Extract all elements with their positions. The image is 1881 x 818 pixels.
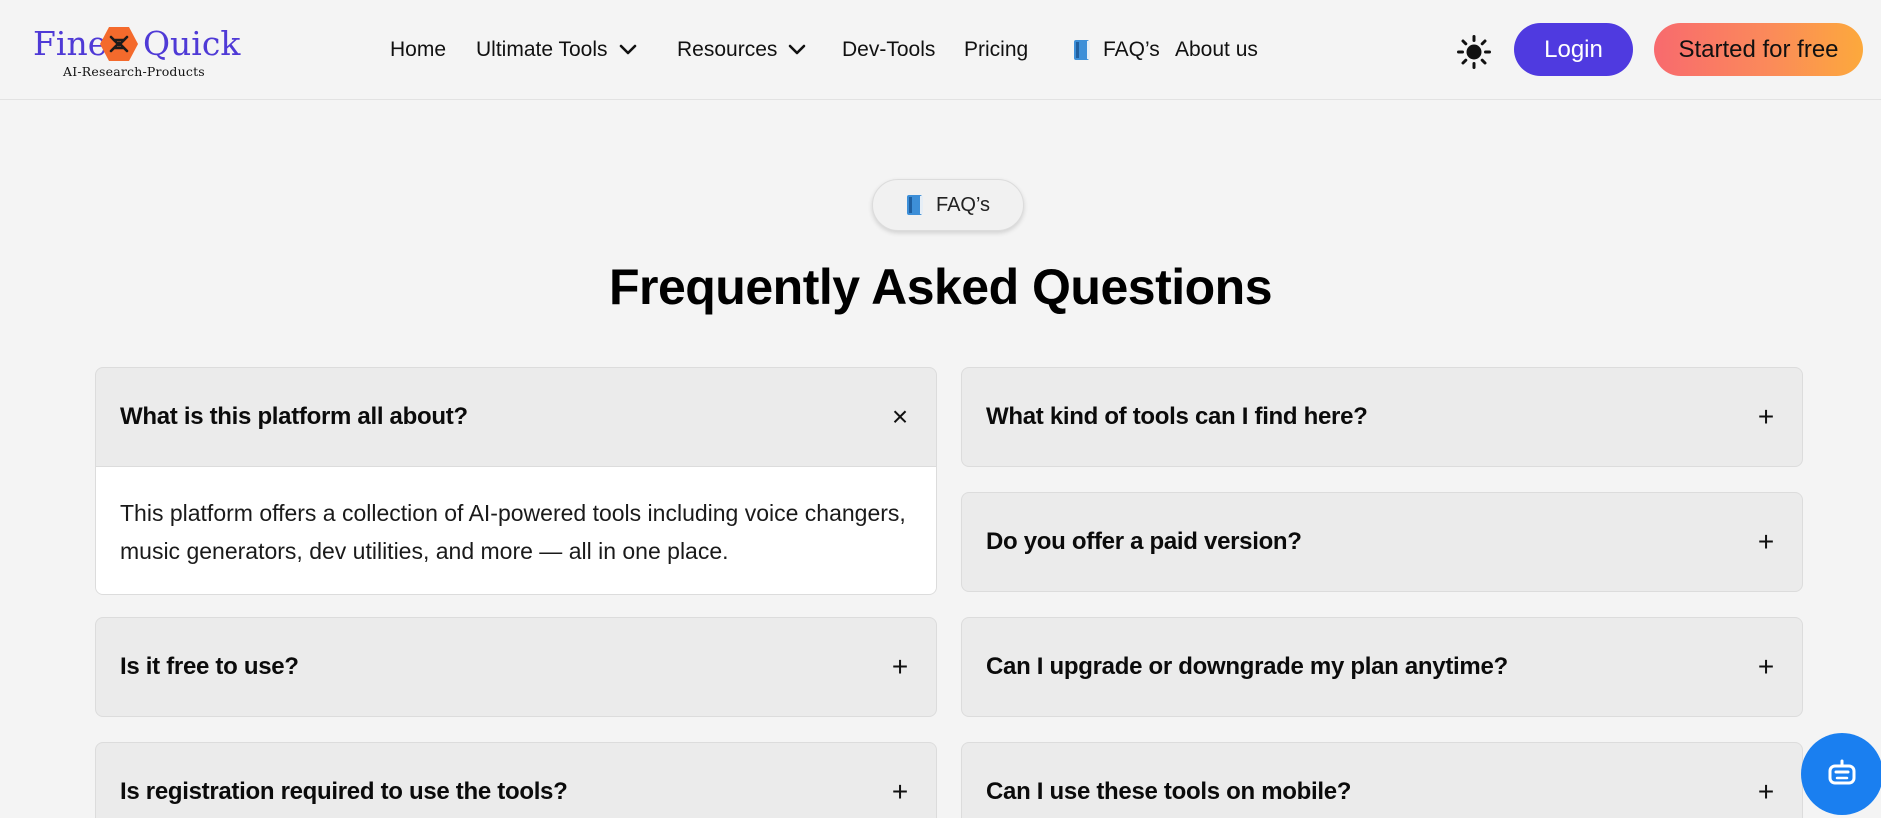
brand-tagline: AI-Research-Products bbox=[63, 64, 205, 79]
robot-chat-icon bbox=[1828, 759, 1856, 785]
faq-question: Is it free to use? bbox=[120, 653, 299, 680]
theme-toggle-button[interactable] bbox=[1456, 34, 1492, 70]
section-title: Frequently Asked Questions bbox=[608, 259, 1273, 315]
faq-item: Is registration required to use the tool… bbox=[95, 742, 937, 818]
faq-item: Can I use these tools on mobile? + bbox=[961, 742, 1803, 818]
brand-name-first: Fine bbox=[33, 24, 108, 63]
plus-icon[interactable]: + bbox=[1754, 778, 1778, 806]
blue-book-icon bbox=[1074, 40, 1090, 60]
faq-section-badge-label: FAQ’s bbox=[935, 193, 991, 216]
plus-icon[interactable]: + bbox=[888, 778, 912, 806]
faq-question: What kind of tools can I find here? bbox=[986, 403, 1368, 430]
faq-item: Is it free to use? + bbox=[95, 617, 937, 717]
faq-item: Do you offer a paid version? + bbox=[961, 492, 1803, 592]
login-button[interactable]: Login bbox=[1514, 23, 1633, 76]
faq-question-row[interactable]: Is registration required to use the tool… bbox=[96, 743, 936, 818]
plus-icon[interactable]: + bbox=[1754, 403, 1778, 431]
sun-icon bbox=[1457, 35, 1491, 69]
nav-faqs-label: FAQ’s bbox=[1103, 38, 1160, 61]
chat-widget-button[interactable] bbox=[1801, 733, 1881, 815]
faq-item: Can I upgrade or downgrade my plan anyti… bbox=[961, 617, 1803, 717]
get-started-button[interactable]: Started for free bbox=[1654, 23, 1863, 76]
chevron-down-icon bbox=[789, 44, 806, 55]
nav-ultimate-tools-label: Ultimate Tools bbox=[476, 38, 608, 61]
nav-dev-tools-label: Dev-Tools bbox=[842, 38, 936, 61]
nav-about-label: About us bbox=[1175, 38, 1258, 61]
faq-question-row[interactable]: What kind of tools can I find here? + bbox=[962, 368, 1802, 466]
faq-answer: This platform offers a collection of AI-… bbox=[96, 466, 936, 594]
faq-question-row[interactable]: What is this platform all about? × bbox=[96, 368, 936, 466]
nav-ultimate-tools[interactable]: Ultimate Tools bbox=[476, 36, 638, 64]
brand-mark-icon bbox=[100, 27, 138, 61]
chevron-down-icon bbox=[619, 44, 636, 55]
faq-question: Is registration required to use the tool… bbox=[120, 778, 568, 805]
blue-book-icon bbox=[906, 195, 923, 215]
faq-item: What is this platform all about? × This … bbox=[95, 367, 937, 595]
nav-resources[interactable]: Resources bbox=[677, 36, 807, 64]
close-icon[interactable]: × bbox=[888, 403, 912, 431]
nav-home-label: Home bbox=[390, 38, 447, 61]
plus-icon[interactable]: + bbox=[1754, 653, 1778, 681]
faq-question-row[interactable]: Can I use these tools on mobile? + bbox=[962, 743, 1802, 818]
faq-question: Do you offer a paid version? bbox=[986, 528, 1302, 555]
faq-section-badge: FAQ’s bbox=[872, 179, 1024, 231]
nav-resources-label: Resources bbox=[677, 38, 778, 61]
plus-icon[interactable]: + bbox=[888, 653, 912, 681]
brand-logo[interactable]: Fine Quick AI-Research-Products bbox=[33, 22, 243, 82]
faq-question-row[interactable]: Can I upgrade or downgrade my plan anyti… bbox=[962, 618, 1802, 716]
faq-question-row[interactable]: Do you offer a paid version? + bbox=[962, 493, 1802, 591]
nav-faqs[interactable]: FAQ’s bbox=[1063, 36, 1160, 64]
nav-pricing-label: Pricing bbox=[964, 38, 1029, 61]
faq-question-row[interactable]: Is it free to use? + bbox=[96, 618, 936, 716]
brand-name-second: Quick bbox=[143, 24, 241, 63]
plus-icon[interactable]: + bbox=[1754, 528, 1778, 556]
site-header: Fine Quick AI-Research-Products Home Ult… bbox=[0, 0, 1881, 100]
nav-dev-tools[interactable]: Dev-Tools bbox=[842, 36, 935, 64]
faq-question: Can I upgrade or downgrade my plan anyti… bbox=[986, 653, 1508, 680]
nav-about[interactable]: About us bbox=[1175, 36, 1258, 64]
faq-question: What is this platform all about? bbox=[120, 403, 468, 430]
faq-item: What kind of tools can I find here? + bbox=[961, 367, 1803, 467]
nav-home[interactable]: Home bbox=[390, 36, 446, 64]
nav-pricing[interactable]: Pricing bbox=[964, 36, 1028, 64]
faq-question: Can I use these tools on mobile? bbox=[986, 778, 1352, 805]
